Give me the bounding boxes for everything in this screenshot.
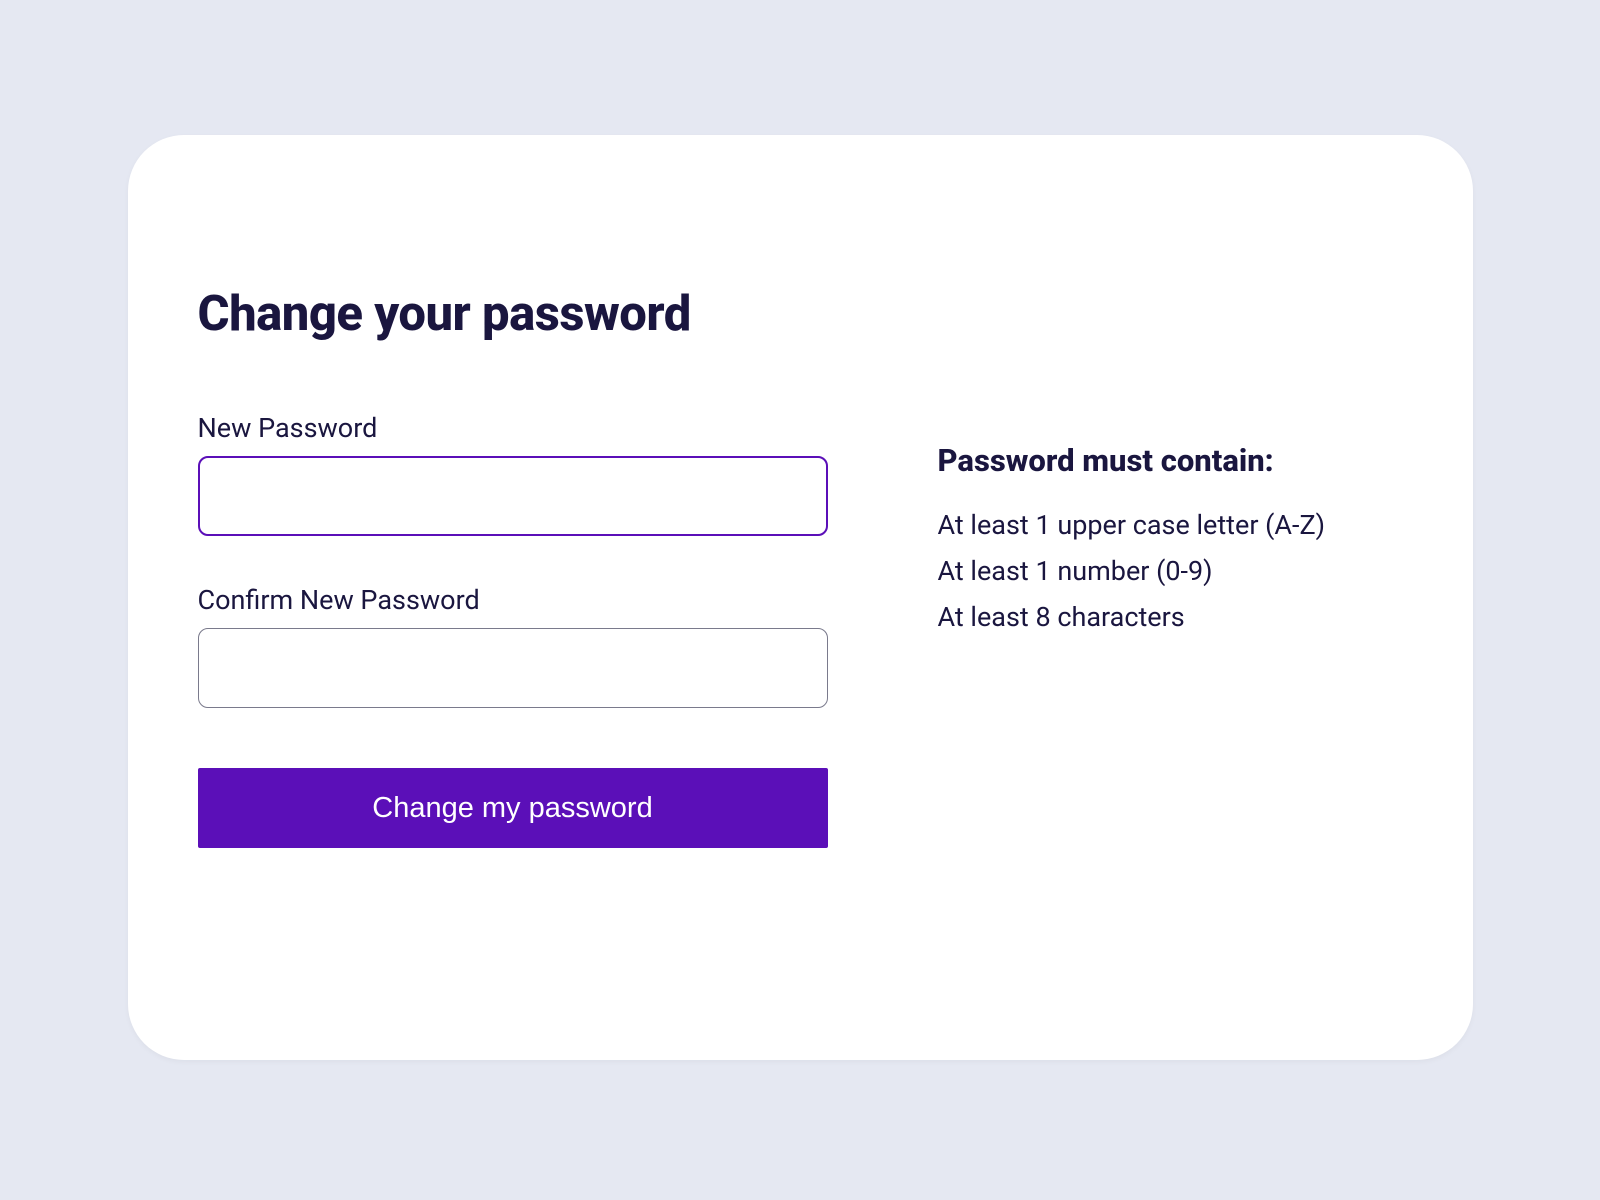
new-password-group: New Password xyxy=(198,412,828,536)
confirm-password-label: Confirm New Password xyxy=(198,584,828,616)
change-password-button[interactable]: Change my password xyxy=(198,768,828,848)
confirm-password-group: Confirm New Password xyxy=(198,584,828,708)
rules-heading: Password must contain: xyxy=(938,442,1326,479)
page-title: Change your password xyxy=(198,285,1403,342)
new-password-input[interactable] xyxy=(198,456,828,536)
new-password-label: New Password xyxy=(198,412,828,444)
form-column: New Password Confirm New Password Change… xyxy=(198,412,828,848)
rule-item: At least 1 upper case letter (A-Z) xyxy=(938,503,1326,549)
rule-item: At least 1 number (0-9) xyxy=(938,549,1326,595)
password-rules-column: Password must contain: At least 1 upper … xyxy=(938,412,1326,641)
rules-list: At least 1 upper case letter (A-Z) At le… xyxy=(938,503,1326,641)
confirm-password-input[interactable] xyxy=(198,628,828,708)
content-columns: New Password Confirm New Password Change… xyxy=(198,412,1403,848)
change-password-card: Change your password New Password Confir… xyxy=(128,135,1473,1060)
rule-item: At least 8 characters xyxy=(938,595,1326,641)
